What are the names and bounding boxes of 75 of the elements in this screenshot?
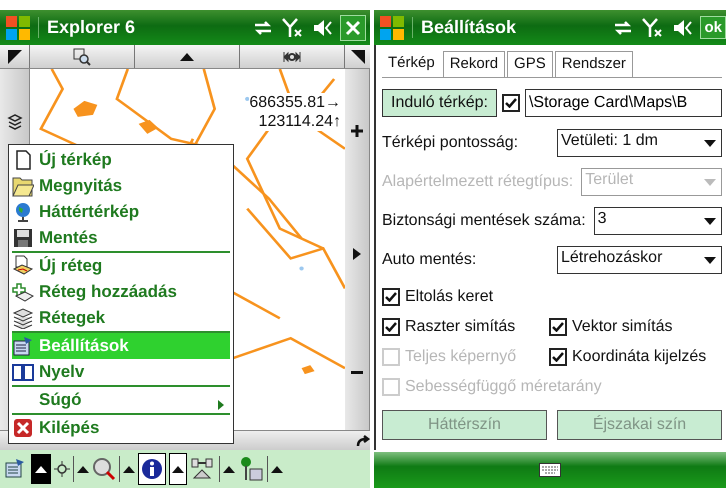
- dropdown[interactable]: Létrehozáskor: [557, 246, 722, 274]
- right-triangle-icon[interactable]: [353, 248, 361, 260]
- settings-icon: [12, 335, 34, 357]
- plus-icon[interactable]: [351, 124, 363, 136]
- tab[interactable]: Rekord: [442, 51, 506, 77]
- up-triangle-icon[interactable]: [35, 466, 47, 472]
- layer-plus-icon: [12, 281, 34, 303]
- zoom-window-icon[interactable]: [73, 48, 91, 66]
- no-signal-icon[interactable]: [282, 16, 304, 38]
- checkbox-label: Koordináta kijelzés: [572, 348, 706, 366]
- corner-triangle-icon[interactable]: [350, 50, 364, 64]
- checkbox-label: Vektor simítás: [572, 318, 672, 336]
- menu-item[interactable]: Új térkép: [12, 147, 230, 173]
- submenu-arrow-icon: [218, 400, 224, 410]
- no-signal-icon[interactable]: [642, 16, 664, 38]
- dropdown[interactable]: 3: [594, 207, 722, 235]
- coordinate-readout: 123114.24↑: [258, 112, 341, 131]
- up-triangle-icon[interactable]: [123, 466, 135, 472]
- coordinate-readout: 686355.81→: [249, 93, 341, 112]
- menu-item[interactable]: Mentés: [12, 225, 230, 253]
- checkbox[interactable]: [549, 318, 567, 336]
- field-label: Alapértelmezett rétegtípus:: [382, 172, 574, 192]
- dropdown[interactable]: Vetületi: 1 dm: [557, 129, 722, 157]
- up-triangle-icon[interactable]: [271, 466, 283, 472]
- layers-icon[interactable]: [6, 114, 22, 130]
- dropdown-arrow-icon: [704, 218, 716, 225]
- menu-item[interactable]: Réteg hozzáadás: [12, 279, 230, 305]
- pin-icon[interactable]: [238, 456, 264, 482]
- checkbox[interactable]: [502, 94, 520, 112]
- path-field[interactable]: \Storage Card\Maps\B: [524, 89, 722, 117]
- menu-item[interactable]: Súgó: [12, 387, 230, 415]
- connection-arrows-icon[interactable]: [252, 18, 274, 36]
- layer-page-icon: [12, 255, 34, 277]
- up-triangle-icon[interactable]: [77, 466, 89, 472]
- close-button[interactable]: [340, 14, 366, 40]
- close-icon: [12, 417, 34, 439]
- menu-item[interactable]: Kilépés: [12, 415, 230, 441]
- up-triangle-icon[interactable]: [223, 466, 235, 472]
- menu-item[interactable]: Háttértérkép: [12, 199, 230, 225]
- up-triangle-icon[interactable]: [172, 466, 184, 472]
- checkbox[interactable]: [549, 348, 567, 366]
- field-label: Térképi pontosság:: [382, 133, 520, 153]
- close-icon: [345, 20, 361, 36]
- full-extent-icon[interactable]: [283, 50, 301, 62]
- book-icon: [12, 361, 34, 383]
- dropdown-arrow-icon: [704, 140, 716, 147]
- menu-item[interactable]: Megnyitás: [12, 173, 230, 199]
- checkbox[interactable]: [382, 318, 400, 336]
- tab[interactable]: GPS: [507, 51, 553, 77]
- zoom-icon[interactable]: [92, 457, 116, 481]
- gps-target-icon[interactable]: [54, 461, 70, 477]
- checkbox-label: Sebességfüggő méretarány: [405, 378, 602, 396]
- info-icon[interactable]: [141, 458, 163, 480]
- checkbox-label: Eltolás keret: [405, 288, 494, 306]
- corner-triangle-icon[interactable]: [8, 50, 22, 64]
- window-title: Explorer 6: [38, 17, 246, 38]
- ok-button[interactable]: ok: [700, 16, 726, 39]
- checkbox-label: Raszter simítás: [405, 318, 516, 336]
- minus-icon[interactable]: [351, 370, 363, 374]
- redo-arrow-icon[interactable]: [356, 434, 370, 446]
- folder-icon: [12, 175, 34, 197]
- tab[interactable]: Rendszer: [554, 51, 633, 77]
- up-triangle-icon[interactable]: [180, 52, 194, 60]
- menu-item[interactable]: Új réteg: [12, 253, 230, 279]
- field-label: Auto mentés:: [382, 250, 478, 270]
- checkbox[interactable]: [382, 288, 400, 306]
- field-label: Biztonsági mentések száma:: [382, 211, 586, 231]
- layers-icon: [12, 307, 34, 329]
- dropdown-arrow-icon: [704, 179, 716, 186]
- window-title: Beállítások: [412, 17, 606, 38]
- start-map-button[interactable]: Induló térkép:: [382, 89, 497, 117]
- checkbox-label: Teljes képernyő: [405, 348, 516, 366]
- dropdown-arrow-icon: [704, 257, 716, 264]
- keyboard-icon[interactable]: [539, 463, 561, 477]
- menu-item[interactable]: Nyelv: [12, 359, 230, 387]
